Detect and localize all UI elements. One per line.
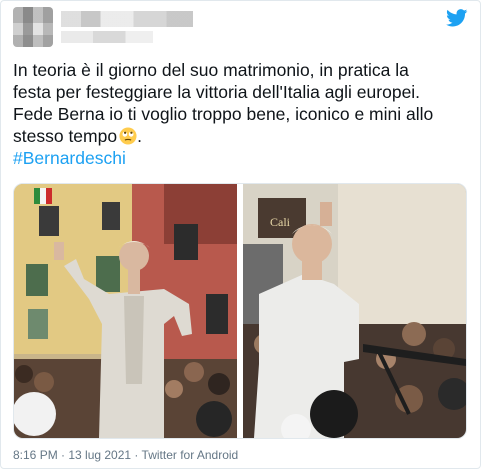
tweet-text-line: In teoria è il giorno del suo matrimonio… — [13, 60, 409, 80]
hashtag-link[interactable]: #Bernardeschi — [13, 148, 126, 168]
rolling-eyes-emoji-icon — [119, 127, 137, 145]
tweet-card[interactable]: In teoria è il giorno del suo matrimonio… — [0, 0, 481, 469]
author-name-redacted[interactable] — [61, 11, 193, 27]
shop-sign-text: Cali — [270, 215, 291, 229]
photo-left[interactable] — [14, 184, 237, 438]
tweet-text-line-4: stesso tempo . — [13, 125, 468, 147]
tweet-text-fragment: . — [137, 126, 142, 146]
tweet-text-line: Fede Berna io ti voglio troppo bene, ico… — [13, 104, 434, 124]
twitter-bird-icon[interactable] — [446, 9, 468, 27]
avatar[interactable] — [13, 7, 53, 47]
photo-right[interactable]: Cali — [243, 184, 466, 438]
tweet-header — [13, 7, 468, 51]
tweet-text: In teoria è il giorno del suo matrimonio… — [13, 59, 468, 169]
tweet-timestamp[interactable]: 8:16 PM · 13 lug 2021 · Twitter for Andr… — [13, 448, 238, 462]
tweet-media[interactable]: Cali — [13, 183, 467, 439]
tweet-text-fragment: stesso tempo — [13, 126, 118, 146]
tweet-text-line: festa per festeggiare la vittoria dell'I… — [13, 82, 421, 102]
author-handle-redacted[interactable] — [61, 31, 153, 43]
